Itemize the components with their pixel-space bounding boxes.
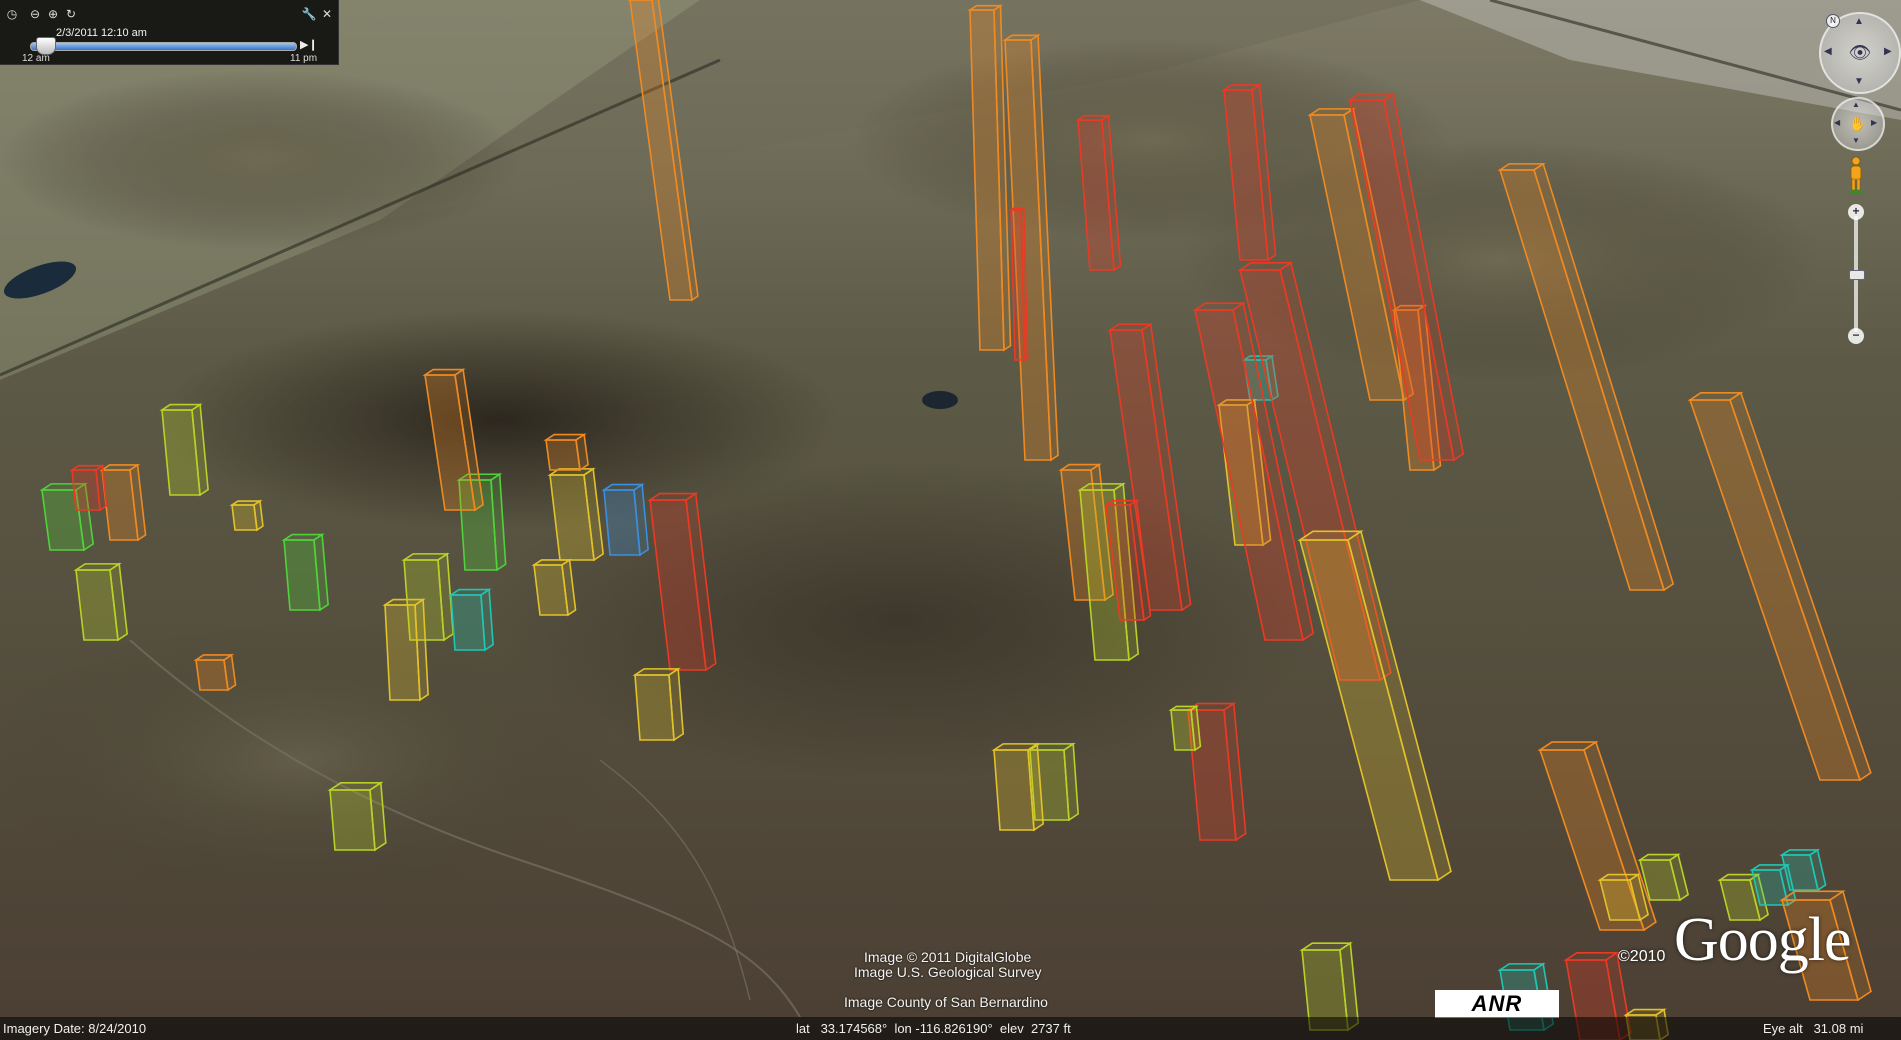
street-view-pegman-icon[interactable] <box>1848 156 1864 194</box>
terrain-imagery[interactable] <box>0 0 1901 1040</box>
data-column[interactable] <box>448 588 494 652</box>
zoom-out-button[interactable]: − <box>1848 328 1864 344</box>
eye-icon: 👁 <box>1848 42 1872 63</box>
data-column[interactable] <box>382 598 429 702</box>
data-column[interactable] <box>601 483 649 557</box>
data-column[interactable] <box>543 433 589 472</box>
data-column[interactable] <box>73 562 129 642</box>
time-start-label: 12 am <box>22 53 50 64</box>
move-down-arrow-icon[interactable]: ▼ <box>1852 136 1860 145</box>
look-up-arrow-icon[interactable]: ▲ <box>1854 16 1864 27</box>
data-column[interactable] <box>281 533 329 612</box>
status-bar: Imagery Date: 8/24/2010 lat 33.174568° l… <box>0 1017 1901 1040</box>
data-column[interactable] <box>229 499 264 532</box>
copyright-year: ©2010 <box>1618 948 1666 965</box>
time-end-label: 11 pm <box>290 53 318 64</box>
look-down-arrow-icon[interactable]: ▼ <box>1854 76 1864 87</box>
data-column[interactable] <box>531 558 577 617</box>
zoom-thumb[interactable] <box>1849 270 1865 280</box>
move-right-arrow-icon[interactable]: ▶ <box>1871 118 1877 127</box>
earth-3d-view[interactable]: ◷ ⊖ ⊕ ↻ 🔧 ✕ 2/3/2011 12:10 am 12 am 11 p… <box>0 0 1901 1040</box>
google-logo: Google <box>1674 906 1852 974</box>
current-time-label: 2/3/2011 12:10 am <box>56 27 147 39</box>
eye-altitude: Eye alt 31.08 mi <box>1763 1021 1864 1036</box>
zoom-slider[interactable]: + − <box>1848 204 1865 344</box>
imagery-date: Imagery Date: 8/24/2010 <box>3 1021 147 1036</box>
data-column[interactable] <box>991 742 1045 832</box>
refresh-icon[interactable]: ↻ <box>64 7 78 21</box>
hand-icon: ✋ <box>1849 115 1867 132</box>
time-slider-panel: ◷ ⊖ ⊕ ↻ 🔧 ✕ 2/3/2011 12:10 am 12 am 11 p… <box>0 0 339 65</box>
close-icon[interactable]: ✕ <box>320 7 334 21</box>
data-column[interactable] <box>159 403 209 497</box>
data-column[interactable] <box>327 781 387 852</box>
move-left-arrow-icon[interactable]: ◀ <box>1834 118 1840 127</box>
data-column[interactable] <box>632 667 685 742</box>
look-right-arrow-icon[interactable]: ▶ <box>1884 46 1892 57</box>
move-up-arrow-icon[interactable]: ▲ <box>1852 100 1860 109</box>
play-icon[interactable]: ▶❙ <box>300 38 318 51</box>
anr-logo: ANR <box>1435 990 1559 1018</box>
north-reset-icon[interactable]: N <box>1826 14 1840 28</box>
move-control[interactable]: ✋ ▲ ▼ ◀ ▶ <box>1831 97 1885 151</box>
data-column[interactable] <box>1168 704 1202 752</box>
data-column[interactable] <box>1779 848 1827 892</box>
data-column[interactable] <box>547 467 605 562</box>
data-column[interactable] <box>99 463 147 542</box>
data-column[interactable] <box>69 464 108 512</box>
clock-icon[interactable]: ◷ <box>5 7 19 21</box>
time-slider-track[interactable] <box>30 42 297 51</box>
zoom-in-icon[interactable]: ⊕ <box>46 7 60 21</box>
data-column[interactable] <box>193 653 237 692</box>
zoom-out-icon[interactable]: ⊖ <box>28 7 42 21</box>
wrench-icon[interactable]: 🔧 <box>302 7 317 21</box>
attribution-digitalglobe: Image © 2011 DigitalGlobe <box>864 949 1032 965</box>
attribution-san-bernardino: Image County of San Bernardino <box>844 994 1048 1010</box>
look-left-arrow-icon[interactable]: ◀ <box>1824 46 1832 57</box>
attribution-usgs: Image U.S. Geological Survey <box>854 964 1042 980</box>
coordinates-readout: lat 33.174568° lon -116.826190° elev 273… <box>796 1021 1071 1036</box>
zoom-in-button[interactable]: + <box>1848 204 1864 220</box>
